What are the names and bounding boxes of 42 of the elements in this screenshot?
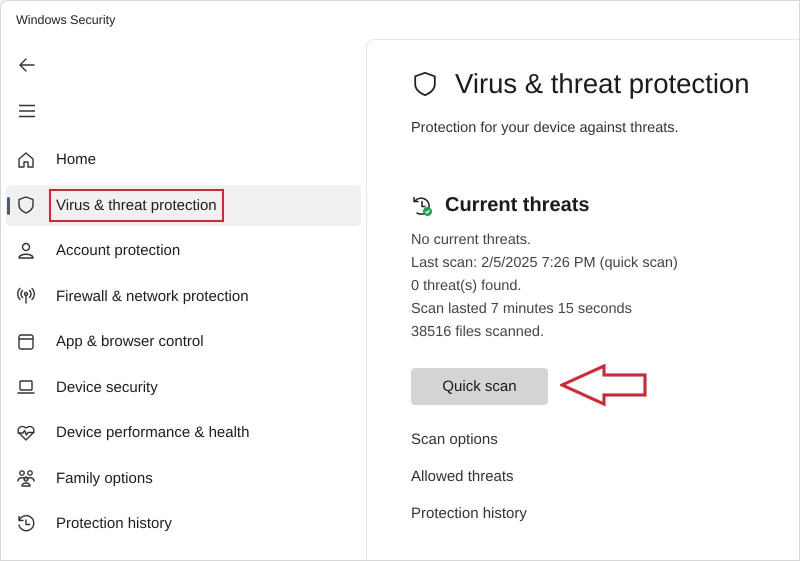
nav-item[interactable]: Family options: [6, 458, 361, 498]
shield-icon: [16, 195, 36, 215]
status-text: Scan lasted 7 minutes 15 seconds: [411, 300, 633, 319]
nav-label: Account protection: [56, 242, 180, 259]
status-text: Last scan: 2/5/2025 7:26 PM (quick scan): [411, 254, 679, 273]
back-arrow-icon: [18, 56, 36, 74]
page-title: Virus & threat protection: [455, 68, 750, 100]
window-title: Windows Security: [16, 13, 116, 27]
nav-item[interactable]: Device security: [6, 366, 361, 408]
status-text: 0 threat(s) found.: [411, 277, 522, 296]
section-title: Current threats: [445, 194, 590, 217]
family-icon: [16, 468, 36, 488]
nav-item[interactable]: Device performance & health: [6, 412, 361, 453]
status-text: 38516 files scanned.: [411, 323, 546, 342]
nav-item[interactable]: Home: [6, 139, 361, 180]
nav-label: Firewall & network protection: [56, 288, 249, 304]
history-icon: [16, 514, 36, 534]
person-icon: [16, 240, 36, 260]
nav-label: Family options: [56, 470, 153, 486]
nav-label: Device performance & health: [56, 424, 250, 441]
nav-item[interactable]: Protection history: [6, 503, 361, 544]
page-subtitle: Protection for your device against threats.: [411, 120, 680, 136]
nav-label: Virus & threat protection: [56, 196, 217, 214]
selection-indicator: [7, 196, 10, 214]
link[interactable]: Scan options: [411, 428, 498, 451]
nav-item[interactable]: App & browser control: [6, 321, 361, 362]
link[interactable]: Protection history: [411, 502, 527, 525]
nav-item[interactable]: Account protection: [6, 230, 361, 271]
nav-label: Device security: [56, 378, 158, 396]
window-icon: [16, 332, 36, 352]
status-text: No current threats.: [411, 231, 532, 250]
quick-scan-button[interactable]: Quick scan: [411, 368, 548, 404]
link[interactable]: Allowed threats: [411, 465, 514, 488]
antenna-icon: [16, 286, 36, 306]
nav-item[interactable]: Virus & threat protection: [6, 184, 361, 226]
home-icon: [16, 150, 36, 170]
nav-label: Protection history: [56, 515, 172, 532]
nav-item[interactable]: Firewall & network protection: [6, 276, 361, 316]
nav-label: Home: [56, 151, 96, 168]
history-check-icon: [411, 194, 433, 216]
menu-icon: [18, 102, 36, 120]
nav-label: App & browser control: [56, 333, 204, 350]
